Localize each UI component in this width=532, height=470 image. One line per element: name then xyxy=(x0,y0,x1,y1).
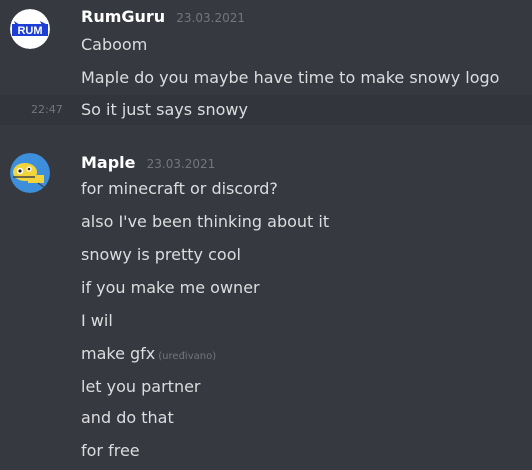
message-text: So it just says snowy xyxy=(81,100,248,119)
message-text: I wil xyxy=(81,311,113,330)
message-timestamp[interactable]: 23.03.2021 xyxy=(176,11,245,25)
duck-avatar-image xyxy=(10,153,50,193)
message-text: and do that xyxy=(81,408,174,427)
author-line: Maple 23.03.2021 xyxy=(81,153,215,175)
edited-label: (uređivano) xyxy=(158,351,217,362)
message-text: Maple do you maybe have time to make sno… xyxy=(81,68,500,87)
message-text: also I've been thinking about it xyxy=(81,212,330,231)
message-group-rumguru: RUM RumGuru 23.03.2021 Caboom Maple do y… xyxy=(0,0,532,125)
message-text: if you make me owner xyxy=(81,278,260,297)
username[interactable]: Maple xyxy=(81,153,136,172)
message-row-hovered[interactable] xyxy=(0,95,532,125)
avatar-maple[interactable] xyxy=(10,153,50,193)
author-line: RumGuru 23.03.2021 xyxy=(81,7,245,29)
message-text: snowy is pretty cool xyxy=(81,245,241,264)
message-text: let you partner xyxy=(81,377,201,396)
avatar-rumguru[interactable]: RUM xyxy=(10,9,50,49)
message-text: make gfx xyxy=(81,344,156,363)
avatar-text: RUM xyxy=(17,25,42,37)
message-timestamp[interactable]: 23.03.2021 xyxy=(147,157,216,171)
message-group-maple: Maple 23.03.2021 for minecraft or discor… xyxy=(0,140,532,470)
message-text: Caboom xyxy=(81,35,148,54)
message-text: for free xyxy=(81,441,140,460)
message-text: for minecraft or discord? xyxy=(81,179,278,198)
hover-timestamp[interactable]: 22:47 xyxy=(31,99,63,121)
message-line-edited: make gfx (uređivano) xyxy=(81,343,216,368)
username[interactable]: RumGuru xyxy=(81,7,165,26)
rum-logo-avatar-image: RUM xyxy=(10,9,50,49)
